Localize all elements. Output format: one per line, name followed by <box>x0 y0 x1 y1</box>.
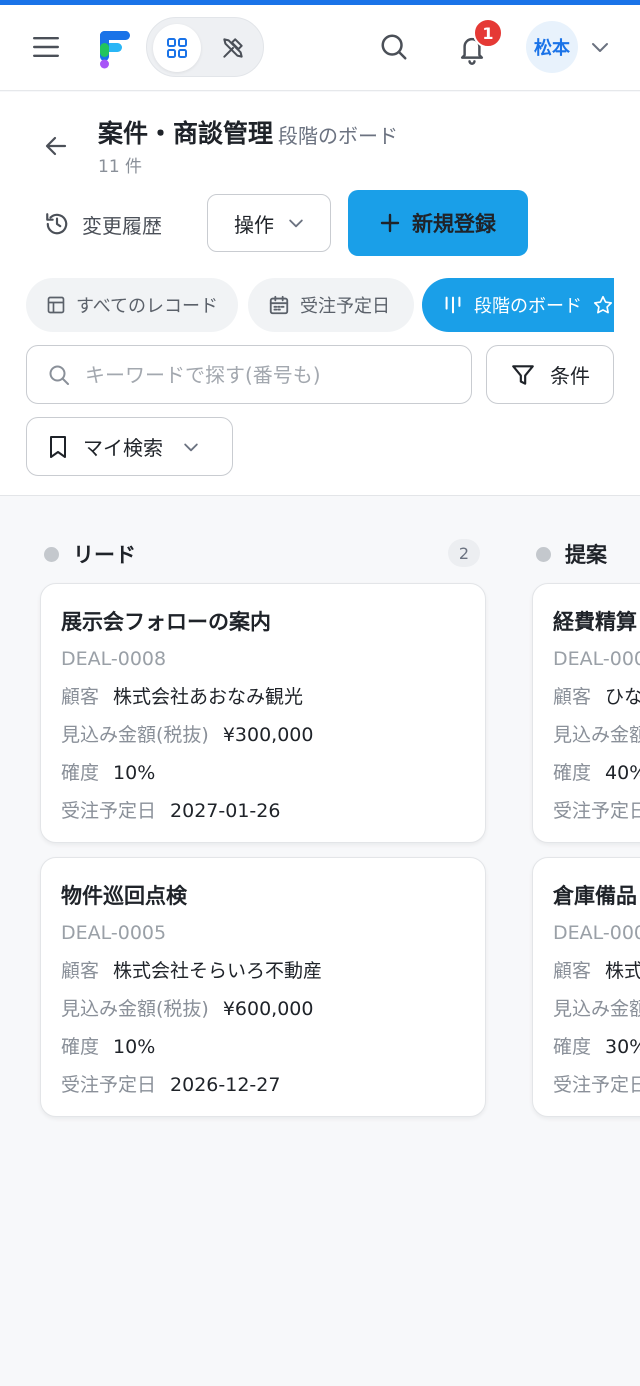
column-title: リード <box>73 543 136 567</box>
record-count: 11 件 <box>98 157 143 177</box>
grid-icon <box>167 38 187 58</box>
deal-card[interactable]: 倉庫備品 DEAL-000 顧客株式 見込み金額 確度30% 受注予定日 <box>532 857 640 1117</box>
mode-apps-button[interactable] <box>153 24 201 72</box>
actions-label: 操作 <box>234 212 274 237</box>
card-probability: 確度40% <box>553 762 640 784</box>
column-status-dot <box>44 546 59 562</box>
column-title: 提案 <box>565 543 607 567</box>
new-record-label: 新規登録 <box>412 212 496 236</box>
card-id: DEAL-0005 <box>61 922 167 944</box>
keyword-search <box>26 345 472 404</box>
card-title: 経費精算 <box>553 610 637 634</box>
search-icon <box>49 365 69 385</box>
chevron-down-icon <box>592 43 608 52</box>
card-probability: 確度 10% <box>61 1036 156 1058</box>
card-order-date: 受注予定日 2027-01-26 <box>61 800 281 822</box>
bookmark-icon <box>50 435 66 458</box>
board-icon <box>445 296 461 314</box>
global-search-button[interactable] <box>374 27 414 67</box>
conditions-label: 条件 <box>550 364 590 388</box>
arrow-left-icon <box>45 136 67 156</box>
hamburger-icon <box>33 37 59 57</box>
table-icon <box>47 296 65 314</box>
card-customer: 顧客 株式会社あおなみ観光 <box>61 686 304 708</box>
page-toolbar: 案件・商談管理 段階のボード 11 件 変更履歴 操作 新規登録 すべてのレコー… <box>0 92 640 496</box>
view-tabs: すべてのレコード 受注予定日 段階のボード <box>26 278 614 332</box>
conditions-button[interactable]: 条件 <box>486 345 614 404</box>
tab-label: 段階のボード <box>474 296 582 317</box>
keyword-search-input[interactable] <box>85 362 445 387</box>
tab-stage-board[interactable]: 段階のボード <box>422 278 614 332</box>
star-icon[interactable] <box>592 294 614 316</box>
card-title: 倉庫備品 <box>553 884 637 908</box>
tab-all-records[interactable]: すべてのレコード <box>26 278 238 332</box>
column-header: リード <box>44 539 136 569</box>
user-menu-toggle[interactable] <box>588 37 612 57</box>
tab-label: 受注予定日 <box>300 296 390 317</box>
mode-tools-button[interactable] <box>209 24 257 72</box>
column-status-dot <box>536 546 551 562</box>
calendar-icon <box>269 295 289 315</box>
chevron-down-icon <box>289 219 303 228</box>
card-amount: 見込み金額 <box>553 724 640 746</box>
tab-label: すべてのレコード <box>75 296 218 317</box>
menu-button[interactable] <box>28 29 64 65</box>
current-view-name: 段階のボード <box>278 124 398 148</box>
my-search-label: マイ検索 <box>83 436 163 460</box>
card-order-date: 受注予定日 <box>553 800 640 822</box>
deal-card[interactable]: 物件巡回点検 DEAL-0005 顧客 株式会社そらいろ不動産 見込み金額(税抜)… <box>40 857 486 1117</box>
card-probability: 確度30% <box>553 1036 640 1058</box>
card-amount: 見込み金額(税抜) ¥300,000 <box>61 724 314 746</box>
mode-toggle <box>146 17 264 77</box>
deal-card[interactable]: 経費精算 DEAL-000 顧客ひな 見込み金額 確度40% 受注予定日 <box>532 583 640 843</box>
tab-order-date[interactable]: 受注予定日 <box>248 278 414 332</box>
card-title: 物件巡回点検 <box>61 884 187 908</box>
card-title: 展示会フォローの案内 <box>61 610 271 634</box>
card-amount: 見込み金額 <box>553 998 640 1020</box>
history-button[interactable]: 変更履歴 <box>44 204 162 244</box>
chevron-down-icon <box>184 443 198 451</box>
plus-icon <box>380 213 400 233</box>
new-record-button[interactable]: 新規登録 <box>348 190 528 256</box>
back-button[interactable] <box>40 130 72 162</box>
deal-card[interactable]: 展示会フォローの案内 DEAL-0008 顧客 株式会社あおなみ観光 見込み金額(… <box>40 583 486 843</box>
column-header: 提案 <box>536 539 607 569</box>
column-count-badge: 2 <box>448 539 480 567</box>
app-logo-icon <box>100 31 130 69</box>
app-logo[interactable] <box>96 27 136 71</box>
tools-icon <box>223 38 243 58</box>
history-icon <box>46 213 68 235</box>
my-search-dropdown[interactable]: マイ検索 <box>26 417 233 476</box>
page-title: 案件・商談管理 <box>98 119 274 148</box>
card-order-date: 受注予定日 2026-12-27 <box>61 1074 281 1096</box>
card-probability: 確度 10% <box>61 762 156 784</box>
card-id: DEAL-000 <box>553 648 640 670</box>
card-amount: 見込み金額(税抜) ¥600,000 <box>61 998 314 1020</box>
card-id: DEAL-000 <box>553 922 640 944</box>
history-label: 変更履歴 <box>82 213 162 238</box>
notification-badge: 1 <box>473 18 503 48</box>
app-header: 1 松本 <box>0 5 640 91</box>
card-order-date: 受注予定日 <box>553 1074 640 1096</box>
filter-icon <box>512 364 534 385</box>
card-customer: 顧客 ひな <box>553 686 640 708</box>
actions-dropdown[interactable]: 操作 <box>207 194 331 252</box>
card-customer: 顧客 株式 <box>553 960 640 982</box>
user-avatar[interactable]: 松本 <box>526 21 578 73</box>
card-customer: 顧客 株式会社そらいろ不動産 <box>61 960 323 982</box>
search-icon <box>381 34 407 60</box>
card-id: DEAL-0008 <box>61 648 167 670</box>
kanban-board: リード 2 展示会フォローの案内 DEAL-0008 顧客 株式会社あおなみ観光 … <box>0 497 640 1386</box>
